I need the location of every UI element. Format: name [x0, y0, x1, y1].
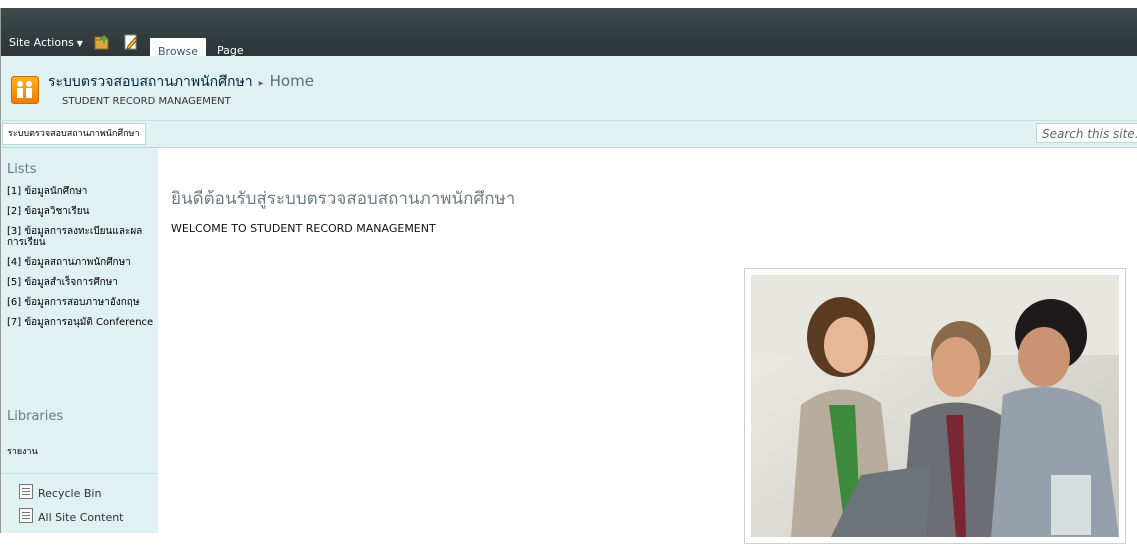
site-description: STUDENT RECORD MANAGEMENT — [62, 96, 231, 107]
edit-page-icon[interactable] — [123, 34, 139, 50]
list-item[interactable]: [5] ข้อมูลสำเร็จการศึกษา — [7, 277, 155, 288]
recycle-bin-link[interactable]: Recycle Bin — [19, 484, 101, 500]
list-item[interactable]: [2] ข้อมูลวิชาเรียน — [7, 206, 155, 217]
top-navigation: ระบบตรวจสอบสถานภาพนักศึกษา Search this s… — [0, 121, 1137, 148]
all-site-content-icon — [19, 508, 33, 523]
site-logo-icon — [11, 76, 39, 104]
title-area: ระบบตรวจสอบสถานภาพนักศึกษา ▸ Home STUDENT … — [0, 56, 1137, 121]
recycle-bin-label: Recycle Bin — [38, 487, 102, 500]
breadcrumb-separator-icon: ▸ — [258, 78, 264, 89]
navigate-up-icon[interactable] — [94, 34, 110, 50]
all-site-content-label: All Site Content — [38, 511, 124, 524]
topnav-home-link[interactable]: ระบบตรวจสอบสถานภาพนักศึกษา — [2, 123, 146, 145]
quick-launch: Lists [1] ข้อมูลนักศึกษา [2] ข้อมูลวิชาเ… — [0, 148, 158, 533]
welcome-photo — [751, 275, 1119, 537]
page-title: Home — [269, 72, 314, 90]
welcome-subheading: WELCOME TO STUDENT RECORD MANAGEMENT — [171, 222, 436, 235]
lists-heading[interactable]: Lists — [7, 162, 37, 177]
list-item[interactable]: [7] ข้อมูลการอนุมัติ Conference — [7, 317, 155, 328]
site-actions-label: Site Actions — [9, 36, 74, 49]
quick-launch-footer: Recycle Bin All Site Content — [1, 473, 158, 534]
libraries-heading[interactable]: Libraries — [7, 409, 63, 424]
welcome-heading: ยินดีต้อนรับสู่ระบบตรวจสอบสถานภาพนักศึกษ… — [171, 189, 516, 209]
chevron-down-icon: ▼ — [76, 39, 83, 48]
library-item-reports[interactable]: รายงาน — [7, 444, 38, 458]
top-band — [0, 0, 1137, 8]
lists-list: [1] ข้อมูลนักศึกษา [2] ข้อมูลวิชาเรียน [… — [7, 186, 155, 337]
welcome-image-frame — [744, 268, 1126, 544]
search-input[interactable]: Search this site... — [1036, 123, 1137, 143]
list-item[interactable]: [3] ข้อมูลการลงทะเบียนและผลการเรียน — [7, 226, 155, 248]
list-item[interactable]: [4] ข้อมูลสถานภาพนักศึกษา — [7, 257, 155, 268]
all-site-content-link[interactable]: All Site Content — [19, 508, 124, 524]
recycle-bin-icon — [19, 484, 33, 499]
breadcrumb: ระบบตรวจสอบสถานภาพนักศึกษา ▸ Home — [48, 71, 314, 93]
ribbon-bar: Site Actions ▼ Browse Page — [0, 8, 1137, 65]
site-actions-menu[interactable]: Site Actions ▼ — [9, 36, 83, 49]
site-title-link[interactable]: ระบบตรวจสอบสถานภาพนักศึกษา — [48, 74, 253, 90]
list-item[interactable]: [1] ข้อมูลนักศึกษา — [7, 186, 155, 197]
list-item[interactable]: [6] ข้อมูลการสอบภาษาอังกฤษ — [7, 297, 155, 308]
